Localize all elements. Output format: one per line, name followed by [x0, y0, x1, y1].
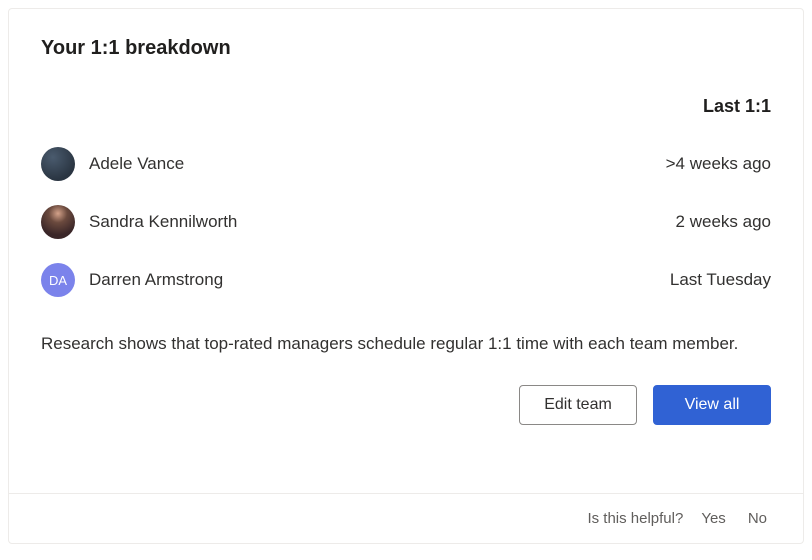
card-actions: Edit team View all	[41, 385, 771, 425]
avatar: DA	[41, 263, 75, 297]
person-name: Darren Armstrong	[89, 270, 223, 290]
card-footer: Is this helpful? Yes No	[9, 493, 803, 543]
person-left: Adele Vance	[41, 147, 184, 181]
person-row: Sandra Kennilworth 2 weeks ago	[41, 193, 771, 251]
column-header-last: Last 1:1	[703, 96, 771, 117]
avatar	[41, 147, 75, 181]
card-body: Your 1:1 breakdown Last 1:1 Adele Vance …	[9, 9, 803, 493]
person-row: Adele Vance >4 weeks ago	[41, 135, 771, 193]
person-row: DA Darren Armstrong Last Tuesday	[41, 251, 771, 309]
person-left: Sandra Kennilworth	[41, 205, 237, 239]
view-all-button[interactable]: View all	[653, 385, 771, 425]
insight-text: Research shows that top-rated managers s…	[41, 331, 771, 357]
feedback-no-button[interactable]: No	[744, 508, 771, 529]
edit-team-button[interactable]: Edit team	[519, 385, 637, 425]
person-name: Sandra Kennilworth	[89, 212, 237, 232]
card-title: Your 1:1 breakdown	[41, 37, 771, 60]
list-header: Last 1:1	[41, 96, 771, 117]
person-name: Adele Vance	[89, 154, 184, 174]
person-last-time: Last Tuesday	[670, 270, 771, 290]
person-left: DA Darren Armstrong	[41, 263, 223, 297]
person-last-time: 2 weeks ago	[676, 212, 771, 232]
person-last-time: >4 weeks ago	[666, 154, 771, 174]
avatar	[41, 205, 75, 239]
feedback-prompt: Is this helpful?	[587, 510, 683, 527]
one-on-one-breakdown-card: Your 1:1 breakdown Last 1:1 Adele Vance …	[8, 8, 804, 544]
feedback-yes-button[interactable]: Yes	[697, 508, 729, 529]
